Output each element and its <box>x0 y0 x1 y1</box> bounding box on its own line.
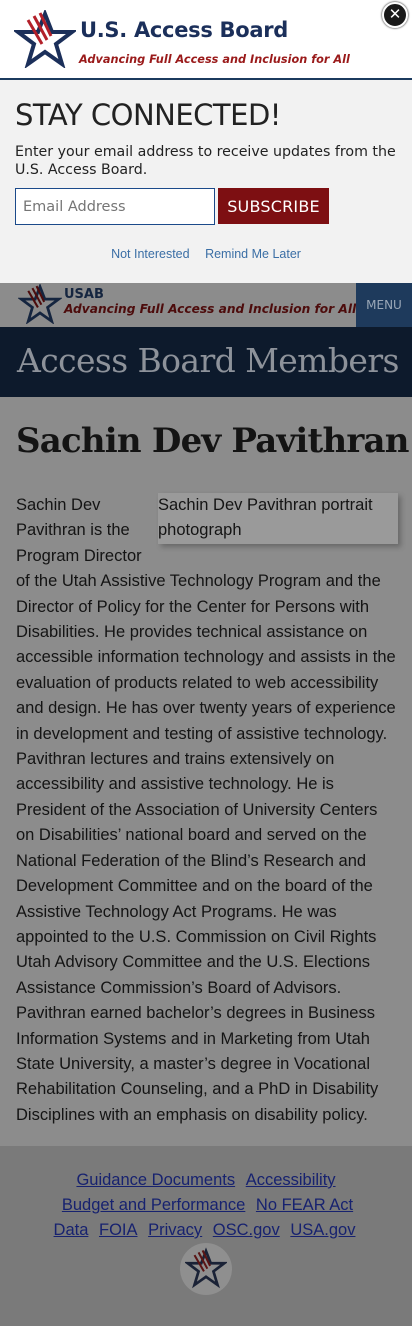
footer-link-foia[interactable]: FOIA <box>99 1221 138 1239</box>
page-title: Access Board Members <box>17 341 399 380</box>
modal-header: U.S. Access Board Advancing Full Access … <box>0 0 412 80</box>
footer-link-osc[interactable]: OSC.gov <box>213 1221 280 1239</box>
star-logo-icon <box>14 10 76 68</box>
site-header: USAB Advancing Full Access and Inclusion… <box>0 283 412 327</box>
star-logo-icon[interactable] <box>18 284 62 324</box>
footer-links: Guidance Documents Accessibility Budget … <box>44 1168 368 1243</box>
member-name: Sachin Dev Pavithran <box>16 421 409 461</box>
footer-link-guidance[interactable]: Guidance Documents <box>76 1171 235 1189</box>
footer-link-accessibility[interactable]: Accessibility <box>246 1171 336 1189</box>
member-bio: Sachin Dev Pavithran portrait photograph… <box>16 493 398 1128</box>
close-icon[interactable]: ✕ <box>382 2 408 28</box>
modal-description: Enter your email address to receive upda… <box>15 144 396 178</box>
star-logo-icon <box>185 1247 227 1289</box>
footer-link-privacy[interactable]: Privacy <box>148 1221 202 1239</box>
footer-link-budget[interactable]: Budget and Performance <box>62 1196 245 1214</box>
menu-button[interactable]: MENU <box>356 283 412 327</box>
site-tagline: Advancing Full Access and Inclusion for … <box>64 302 357 316</box>
modal-tagline: Advancing Full Access and Inclusion for … <box>79 53 350 66</box>
site-short-name: USAB <box>64 287 104 302</box>
footer-logo[interactable] <box>180 1243 232 1295</box>
email-field[interactable] <box>15 188 215 225</box>
modal-title: STAY CONNECTED! <box>15 98 281 132</box>
modal-links: Not Interested Remind Me Later <box>0 247 412 261</box>
page-banner: Access Board Members <box>0 327 412 397</box>
remind-later-link[interactable]: Remind Me Later <box>205 247 301 261</box>
subscribe-modal: U.S. Access Board Advancing Full Access … <box>0 0 412 283</box>
footer: Guidance Documents Accessibility Budget … <box>0 1146 412 1326</box>
bio-text: Sachin Dev Pavithran is the Program Dire… <box>16 496 396 1124</box>
footer-link-usa[interactable]: USA.gov <box>290 1221 355 1239</box>
portrait-image: Sachin Dev Pavithran portrait photograph <box>158 493 398 544</box>
subscribe-button[interactable]: SUBSCRIBE <box>218 188 329 224</box>
modal-brand-name: U.S. Access Board <box>80 18 289 42</box>
not-interested-link[interactable]: Not Interested <box>111 247 190 261</box>
